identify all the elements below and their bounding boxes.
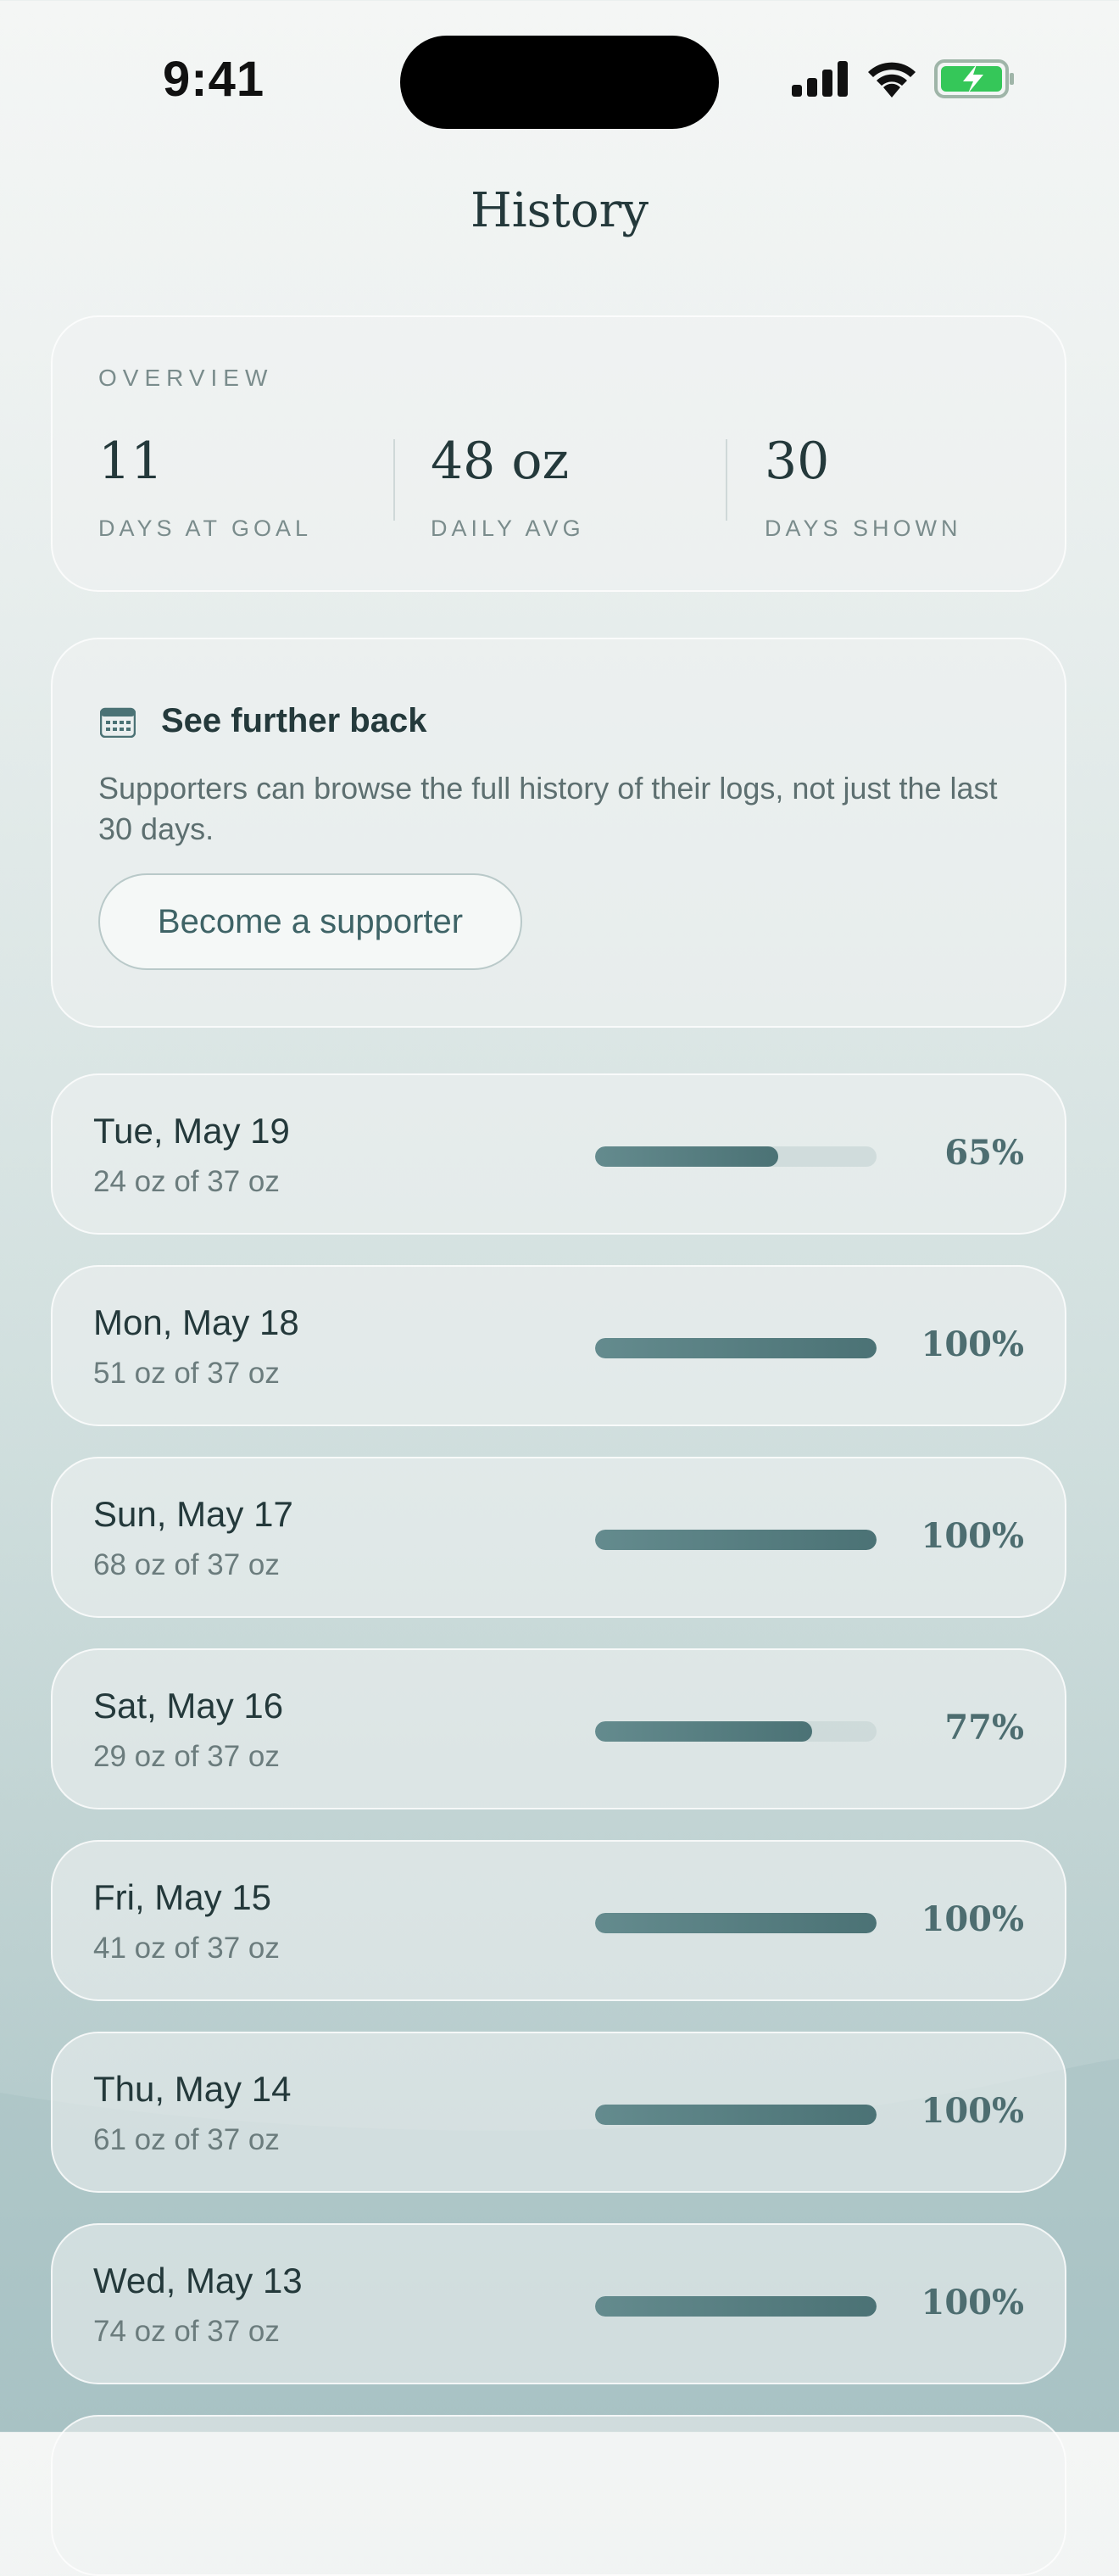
calendar-icon [100,707,136,738]
page-title: History [470,183,649,238]
day-percent: 100% [921,1899,1024,1939]
progress-fill [595,1721,812,1742]
day-percent: 100% [921,1324,1024,1364]
promo-title: See further back [161,702,427,739]
history-day-row[interactable]: Wed, May 13 74 oz of 37 oz 100% [51,2223,1066,2384]
progress-fill [595,1338,877,1358]
wifi-icon [868,62,916,98]
stat-value: 48 oz [431,432,570,491]
progress-fill [595,1146,778,1167]
progress-fill [595,2296,877,2317]
day-intake: 24 oz of 37 oz [93,1165,280,1198]
stat-days-at-goal: 11 DAYS AT GOAL [98,436,312,542]
become-supporter-button[interactable]: Become a supporter [98,873,522,970]
stat-divider [726,439,727,521]
progress-bar [595,1913,877,1933]
day-intake: 74 oz of 37 oz [93,2315,280,2348]
history-day-row[interactable]: Sun, May 17 68 oz of 37 oz 100% [51,1457,1066,1618]
day-percent: 77% [944,1708,1024,1748]
progress-fill [595,2105,877,2125]
supporter-promo-card: See further back Supporters can browse t… [51,638,1066,1028]
progress-bar [595,1530,877,1550]
day-intake: 29 oz of 37 oz [93,1740,280,1773]
day-intake: 61 oz of 37 oz [93,2123,280,2156]
history-day-row-partial[interactable] [51,2415,1066,2576]
day-percent: 65% [944,1133,1024,1173]
history-day-row[interactable]: Tue, May 19 24 oz of 37 oz 65% [51,1073,1066,1235]
day-percent: 100% [921,2091,1024,2131]
day-date: Fri, May 15 [93,1877,272,1917]
day-percent: 100% [921,1516,1024,1556]
progress-fill [595,1530,877,1550]
dynamic-island [400,36,719,129]
day-intake: 51 oz of 37 oz [93,1357,280,1390]
status-time: 9:41 [163,52,265,107]
stat-label: DAILY AVG [431,516,585,541]
stat-value: 11 [98,432,164,491]
progress-bar [595,2105,877,2125]
history-day-row[interactable]: Thu, May 14 61 oz of 37 oz 100% [51,2032,1066,2193]
battery-charging-icon [934,59,1014,98]
history-day-row[interactable]: Sat, May 16 29 oz of 37 oz 77% [51,1648,1066,1809]
progress-fill [595,1913,877,1933]
day-date: Mon, May 18 [93,1302,299,1342]
overview-card: OVERVIEW 11 DAYS AT GOAL 48 oz DAILY AVG… [51,315,1066,592]
day-date: Sat, May 16 [93,1686,284,1726]
progress-bar [595,1146,877,1167]
status-icons [792,59,1016,98]
stat-days-shown: 30 DAYS SHOWN [765,436,962,542]
stat-daily-avg: 48 oz DAILY AVG [431,436,585,542]
day-percent: 100% [921,2283,1024,2322]
day-date: Wed, May 13 [93,2261,303,2300]
stat-value: 30 [765,432,830,491]
history-day-row[interactable]: Mon, May 18 51 oz of 37 oz 100% [51,1265,1066,1426]
progress-bar [595,1721,877,1742]
day-intake: 41 oz of 37 oz [93,1932,280,1965]
cellular-signal-icon [792,61,848,97]
day-intake: 68 oz of 37 oz [93,1548,280,1581]
history-day-row[interactable]: Fri, May 15 41 oz of 37 oz 100% [51,1840,1066,2001]
progress-bar [595,2296,877,2317]
stat-label: DAYS SHOWN [765,516,962,541]
stat-label: DAYS AT GOAL [98,516,313,541]
status-bar: 9:41 [0,0,1119,161]
progress-bar [595,1338,877,1358]
day-date: Tue, May 19 [93,1111,290,1151]
stat-divider [393,439,395,521]
promo-body: Supporters can browse the full history o… [98,771,998,846]
overview-label: OVERVIEW [98,365,274,391]
day-date: Sun, May 17 [93,1494,293,1534]
day-date: Thu, May 14 [93,2069,292,2109]
